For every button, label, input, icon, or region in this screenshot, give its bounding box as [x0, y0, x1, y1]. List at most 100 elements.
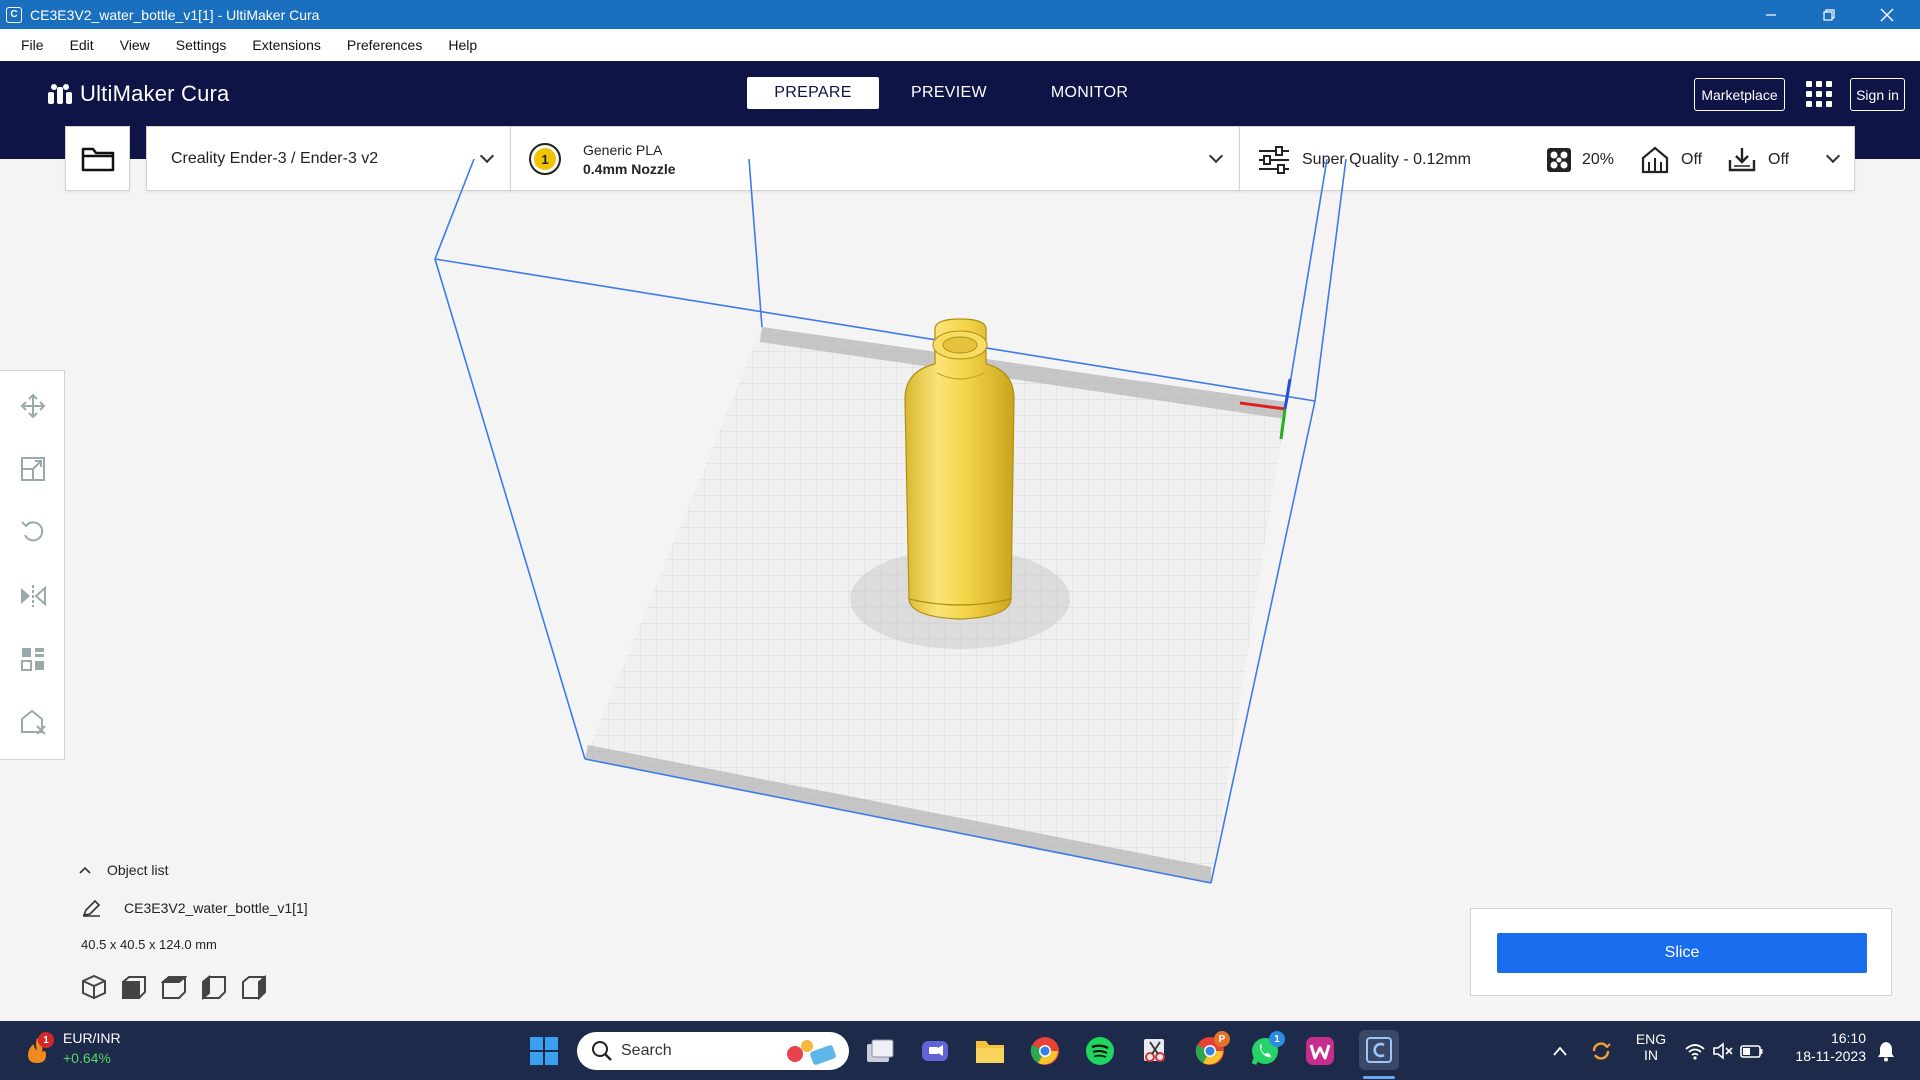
file-explorer-button[interactable]	[974, 1035, 1006, 1067]
wps-office-button[interactable]	[1304, 1035, 1336, 1067]
chrome-profile-button[interactable]: P	[1194, 1031, 1230, 1067]
minimize-icon	[1766, 13, 1776, 16]
active-app-indicator	[1363, 1076, 1395, 1079]
marketplace-button[interactable]: Marketplace	[1694, 78, 1785, 111]
object-name: CE3E3V2_water_bottle_v1[1]	[124, 900, 308, 916]
wifi-icon	[1685, 1043, 1705, 1060]
tab-monitor[interactable]: MONITOR	[1019, 77, 1160, 109]
whatsapp-badge: 1	[1269, 1031, 1285, 1047]
whatsapp-button[interactable]: 1	[1249, 1031, 1285, 1067]
sign-in-button[interactable]: Sign in	[1850, 78, 1905, 111]
chrome-button[interactable]	[1029, 1035, 1061, 1067]
stage-tabs: PREPARE PREVIEW MONITOR	[747, 77, 1160, 109]
object-list-panel: Object list CE3E3V2_water_bottle_v1[1] 4…	[78, 862, 458, 1012]
cura-taskbar-button[interactable]	[1359, 1030, 1399, 1070]
object-dimensions: 40.5 x 40.5 x 124.0 mm	[81, 937, 217, 952]
3d-view-icon[interactable]	[81, 974, 107, 1000]
menu-view[interactable]: View	[107, 37, 163, 53]
top-view-icon[interactable]	[161, 974, 187, 1000]
object-list-item[interactable]: CE3E3V2_water_bottle_v1[1]	[78, 899, 308, 917]
close-icon	[1880, 8, 1894, 21]
clock[interactable]: 16:10 18-11-2023	[1786, 1030, 1866, 1064]
pencil-icon	[82, 899, 101, 917]
menu-extensions[interactable]: Extensions	[239, 37, 333, 53]
title-bar: C CE3E3V2_water_bottle_v1[1] - UltiMaker…	[0, 0, 1920, 29]
logo-text: UltiMaker Cura	[80, 81, 230, 106]
mirror-icon	[21, 585, 46, 607]
per-model-settings-button[interactable]	[18, 644, 48, 674]
chat-icon	[922, 1041, 948, 1061]
move-icon	[20, 393, 46, 419]
weather-widget[interactable]: 1	[22, 1032, 54, 1065]
ticker-change: +0.64%	[63, 1050, 111, 1066]
lang-bottom: IN	[1644, 1047, 1658, 1063]
chrome-icon	[1030, 1037, 1059, 1065]
teams-chat-button[interactable]	[919, 1035, 951, 1067]
spotify-button[interactable]	[1084, 1035, 1116, 1067]
language-indicator[interactable]: ENG IN	[1634, 1031, 1668, 1063]
tool-panel	[0, 370, 65, 760]
network-volume-battery[interactable]	[1684, 1021, 1764, 1080]
move-tool-button[interactable]	[18, 391, 48, 421]
windows-taskbar: 1 EUR/INR +0.64% Search P 1 ENG IN 16:10…	[0, 1021, 1920, 1080]
per-model-settings-icon	[21, 648, 44, 671]
tab-preview[interactable]: PREVIEW	[879, 77, 1019, 109]
menu-help[interactable]: Help	[435, 37, 490, 53]
tab-prepare[interactable]: PREPARE	[747, 77, 879, 109]
ticker-badge: 1	[38, 1032, 54, 1048]
minimize-button[interactable]	[1742, 0, 1800, 29]
search-highlight-icon	[787, 1040, 836, 1065]
sync-tray-item[interactable]	[1589, 1021, 1613, 1080]
lang-top: ENG	[1635, 1031, 1667, 1047]
object-list-label: Object list	[107, 862, 169, 878]
scale-tool-button[interactable]	[18, 454, 48, 484]
menu-settings[interactable]: Settings	[163, 37, 240, 53]
material-name: Generic PLA	[583, 142, 663, 158]
bell-icon	[1878, 1041, 1894, 1061]
menu-bar: File Edit View Settings Extensions Prefe…	[0, 29, 1920, 61]
camera-views	[81, 974, 267, 1000]
task-view-button[interactable]	[864, 1035, 896, 1067]
clock-date: 18-11-2023	[1795, 1048, 1866, 1064]
clock-time: 16:10	[1830, 1030, 1866, 1046]
snipping-icon	[1144, 1039, 1165, 1062]
right-view-icon[interactable]	[241, 974, 267, 1000]
restore-icon	[1823, 8, 1835, 21]
snipping-tool-button[interactable]	[1139, 1035, 1171, 1067]
object-list-toggle[interactable]: Object list	[78, 862, 168, 878]
front-view-icon[interactable]	[121, 974, 147, 1000]
left-view-icon[interactable]	[201, 974, 227, 1000]
search-placeholder: Search	[621, 1042, 672, 1059]
windows-icon	[530, 1037, 558, 1065]
apps-grid-icon[interactable]	[1806, 81, 1832, 107]
ultimaker-logo-icon	[46, 84, 74, 104]
rotate-icon	[21, 521, 44, 542]
slice-panel: Slice	[1470, 908, 1892, 996]
rotate-tool-button[interactable]	[18, 516, 48, 546]
battery-icon	[1740, 1044, 1763, 1058]
spotify-icon	[1086, 1037, 1114, 1065]
start-button[interactable]	[528, 1035, 560, 1067]
tray-overflow[interactable]	[1552, 1021, 1568, 1080]
chrome-profile-badge: P	[1214, 1031, 1230, 1047]
volume-muted-icon	[1713, 1041, 1733, 1060]
office-icon	[1306, 1037, 1334, 1065]
menu-file[interactable]: File	[8, 37, 57, 53]
mirror-tool-button[interactable]	[18, 581, 48, 611]
menu-edit[interactable]: Edit	[57, 37, 107, 53]
cura-icon	[1366, 1037, 1392, 1063]
search-icon	[592, 1041, 612, 1061]
menu-preferences[interactable]: Preferences	[334, 37, 435, 53]
chevron-up-icon	[79, 866, 91, 874]
restore-button[interactable]	[1800, 0, 1858, 29]
taskbar-search[interactable]: Search	[577, 1032, 849, 1070]
task-view-icon	[867, 1039, 894, 1062]
scale-icon	[21, 457, 45, 481]
close-button[interactable]	[1858, 0, 1916, 29]
support-blocker-icon	[21, 709, 46, 735]
notifications-button[interactable]	[1876, 1021, 1896, 1080]
folder-icon	[976, 1041, 1004, 1063]
chevron-up-icon	[1553, 1046, 1567, 1056]
support-blocker-button[interactable]	[18, 707, 48, 737]
slice-button[interactable]: Slice	[1497, 933, 1867, 973]
